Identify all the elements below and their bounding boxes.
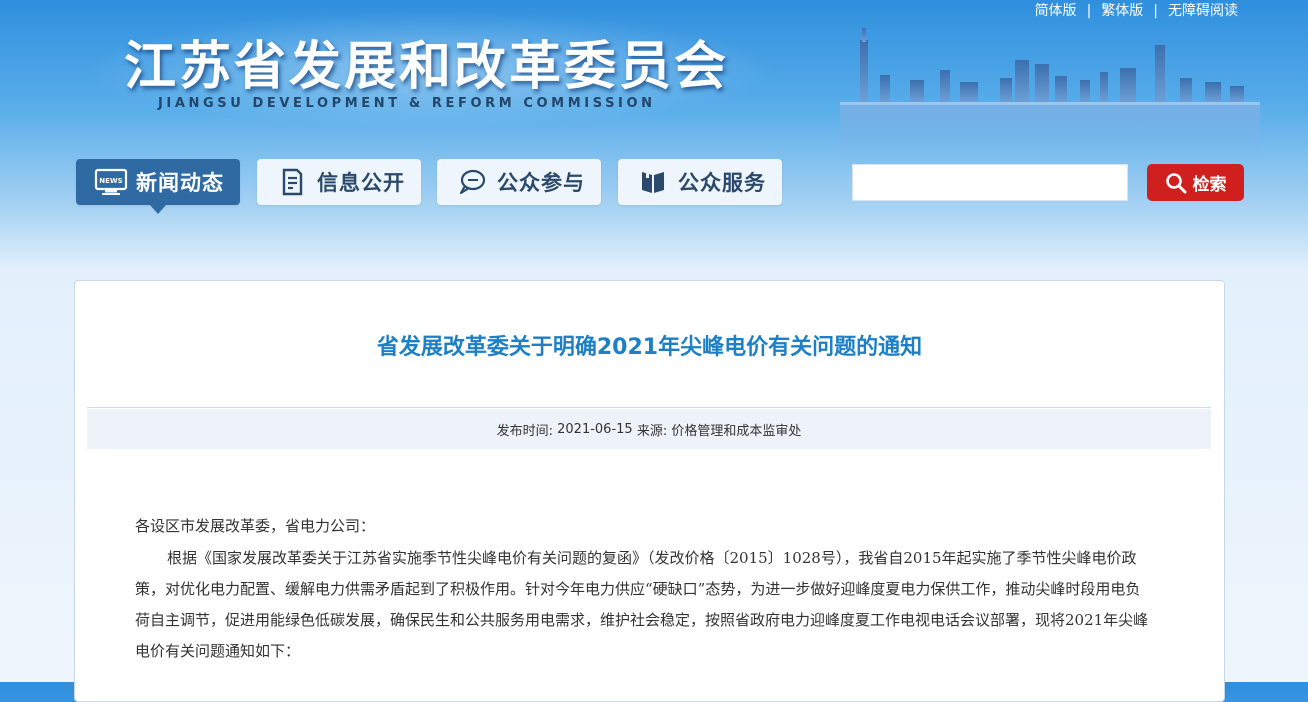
- nav-label: 新闻动态: [136, 171, 224, 195]
- date-label: 发布时间:: [496, 423, 553, 439]
- article-body: 各设区市发展改革委，省电力公司： 根据《国家发展改革委关于江苏省实施季节性尖峰电…: [135, 511, 1155, 667]
- salutation: 各设区市发展改革委，省电力公司：: [135, 517, 376, 535]
- news-icon-text: NEWS: [99, 177, 122, 185]
- article-panel: 省发展改革委关于明确2021年尖峰电价有关问题的通知 发布时间: 2021-06…: [74, 280, 1225, 702]
- separator: |: [1086, 3, 1092, 19]
- book-icon: [634, 167, 672, 197]
- simplified-link[interactable]: 简体版: [1035, 3, 1077, 19]
- document-icon: [273, 167, 311, 197]
- nav-public-participation[interactable]: 公众参与: [437, 159, 601, 205]
- source-label: 来源:: [636, 423, 668, 439]
- traditional-link[interactable]: 繁体版: [1101, 3, 1143, 19]
- separator: |: [1153, 3, 1158, 19]
- site-subtitle: JIANGSU DEVELOPMENT & REFORM COMMISSION: [158, 96, 656, 111]
- site-title: 江苏省发展和改革委员会: [124, 36, 730, 97]
- nav-news[interactable]: NEWS 新闻动态: [76, 159, 240, 205]
- search-button-label: 检索: [1192, 175, 1227, 195]
- news-monitor-icon: NEWS: [92, 167, 130, 197]
- search-input[interactable]: [852, 164, 1128, 201]
- active-nav-pointer: [150, 205, 166, 214]
- site-header: 简体版 | 繁体版 | 无障碍阅读 江苏省发展和改革委员会 JIANGSU DEVELO…: [0, 0, 1308, 260]
- accessible-reading-link[interactable]: 无障碍阅读: [1168, 3, 1238, 19]
- body-paragraph: 根据《国家发展改革委关于江苏省实施季节性尖峰电价有关问题的复函》（发改价格〔20…: [135, 549, 1149, 660]
- chat-bubble-icon: [453, 167, 491, 197]
- article-title: 省发展改革委关于明确2021年尖峰电价有关问题的通知: [376, 335, 923, 360]
- source-name: 价格管理和成本监审处: [671, 423, 802, 439]
- title-divider: [87, 407, 1211, 408]
- article-meta: 发布时间: 2021-06-15 来源: 价格管理和成本监审处: [87, 409, 1211, 449]
- nav-public-service[interactable]: 公众服务: [618, 159, 782, 205]
- search-button[interactable]: 检索: [1147, 164, 1244, 201]
- nav-label: 公众服务: [678, 171, 766, 195]
- nav-label: 公众参与: [497, 171, 585, 195]
- nav-label: 信息公开: [317, 171, 405, 195]
- search-icon: [1165, 172, 1187, 194]
- nav-info-disclosure[interactable]: 信息公开: [257, 159, 421, 205]
- top-links: 简体版 | 繁体版 | 无障碍阅读: [1035, 0, 1238, 20]
- city-skyline-illustration: [840, 28, 1260, 155]
- publish-date: 2021-06-15: [557, 421, 633, 437]
